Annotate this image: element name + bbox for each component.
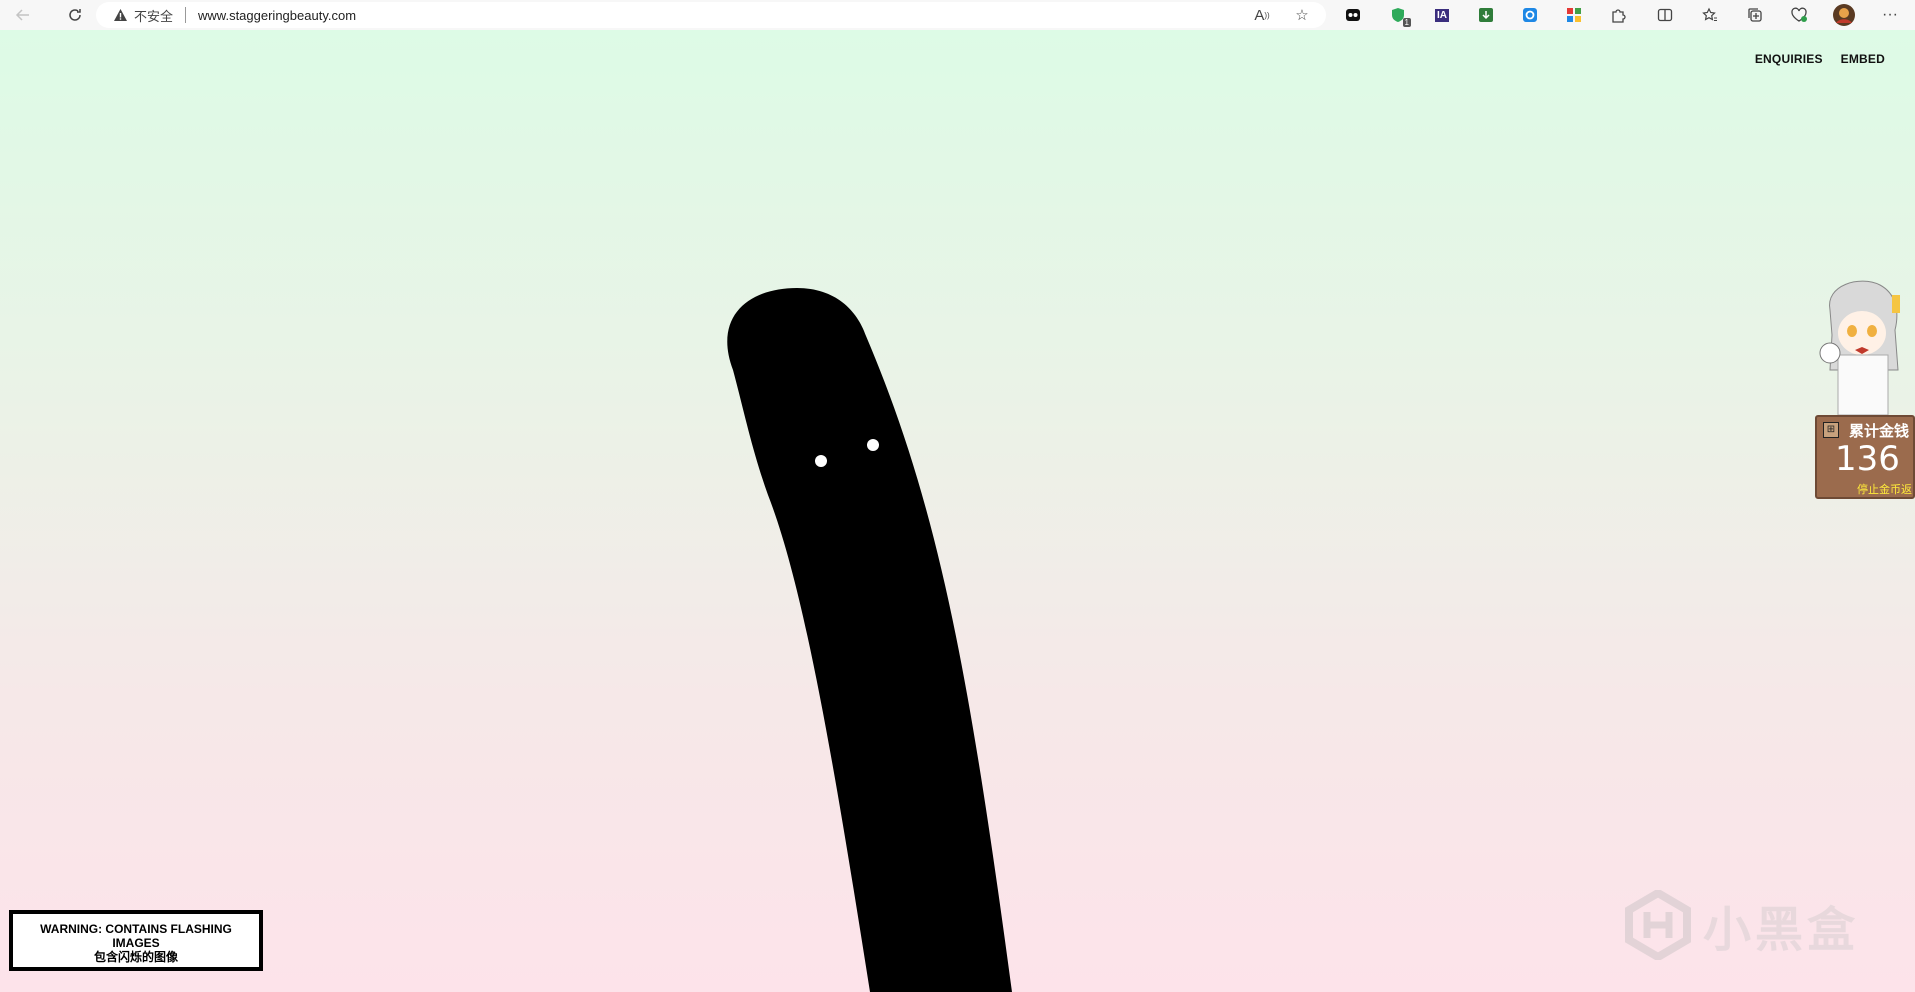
separator — [185, 7, 187, 23]
back-button[interactable] — [8, 2, 38, 28]
profile-avatar[interactable] — [1831, 3, 1857, 27]
warning-triangle-icon[interactable] — [112, 7, 128, 23]
creature-eye-left — [815, 455, 827, 467]
extension-badge: 1 — [1402, 18, 1411, 27]
favorites-icon[interactable] — [1697, 3, 1723, 27]
warning-line-3: 包含闪烁的图像 — [93, 950, 178, 964]
favorite-star-icon[interactable]: ☆ — [1292, 5, 1312, 25]
browser-toolbar: 不安全 www.staggeringbeauty.com A)) ☆ 1 IA — [0, 0, 1915, 30]
split-screen-icon[interactable] — [1652, 3, 1678, 27]
flashing-warning-box: WARNING: CONTAINS FLASHING IMAGES 包含闪烁的图… — [9, 910, 263, 971]
more-menu-icon[interactable]: ··· — [1877, 3, 1903, 27]
xiaoheihe-watermark: 小黑盒 — [1625, 890, 1859, 960]
refresh-icon — [69, 9, 81, 21]
creature-eye-right — [867, 439, 879, 451]
extension-mask-icon[interactable] — [1340, 3, 1366, 27]
address-bar[interactable]: 不安全 www.staggeringbeauty.com A)) ☆ — [96, 2, 1326, 28]
extension-q-icon[interactable] — [1517, 3, 1543, 27]
extension-shield-icon[interactable]: 1 — [1385, 3, 1411, 27]
extension-ia-icon[interactable]: IA — [1429, 3, 1455, 27]
grid-icon: ⊞ — [1823, 422, 1839, 438]
coin-title: 累计金钱 — [1849, 423, 1910, 440]
creature-worm[interactable] — [0, 30, 1915, 992]
extension-download-icon[interactable] — [1473, 3, 1499, 27]
refresh-button[interactable] — [60, 2, 90, 28]
performance-heart-icon[interactable] — [1786, 3, 1812, 27]
insecure-label[interactable]: 不安全 — [134, 6, 173, 25]
read-aloud-icon[interactable]: A)) — [1252, 5, 1272, 25]
watermark-text: 小黑盒 — [1703, 904, 1860, 957]
ia-label: IA — [1435, 8, 1449, 22]
back-arrow-icon — [15, 9, 29, 21]
extension-tiles-icon[interactable] — [1561, 3, 1587, 27]
url-text[interactable]: www.staggeringbeauty.com — [198, 8, 356, 23]
warning-line-2: IMAGES — [112, 936, 160, 950]
warning-line-1: WARNING: CONTAINS FLASHING — [40, 922, 232, 936]
collections-icon[interactable] — [1742, 3, 1768, 27]
coin-value: 136 — [1835, 439, 1900, 479]
page-content: ENQUIRIES EMBED WARNING: CONTAINS FLASHI… — [0, 30, 1915, 992]
extensions-puzzle-icon[interactable] — [1605, 3, 1631, 27]
heybox-logo-icon — [1625, 890, 1691, 960]
coin-counter-widget[interactable]: ⊞ 累计金钱 136 停止金币返 — [1815, 415, 1915, 499]
coin-subtitle[interactable]: 停止金币返 — [1857, 481, 1912, 497]
